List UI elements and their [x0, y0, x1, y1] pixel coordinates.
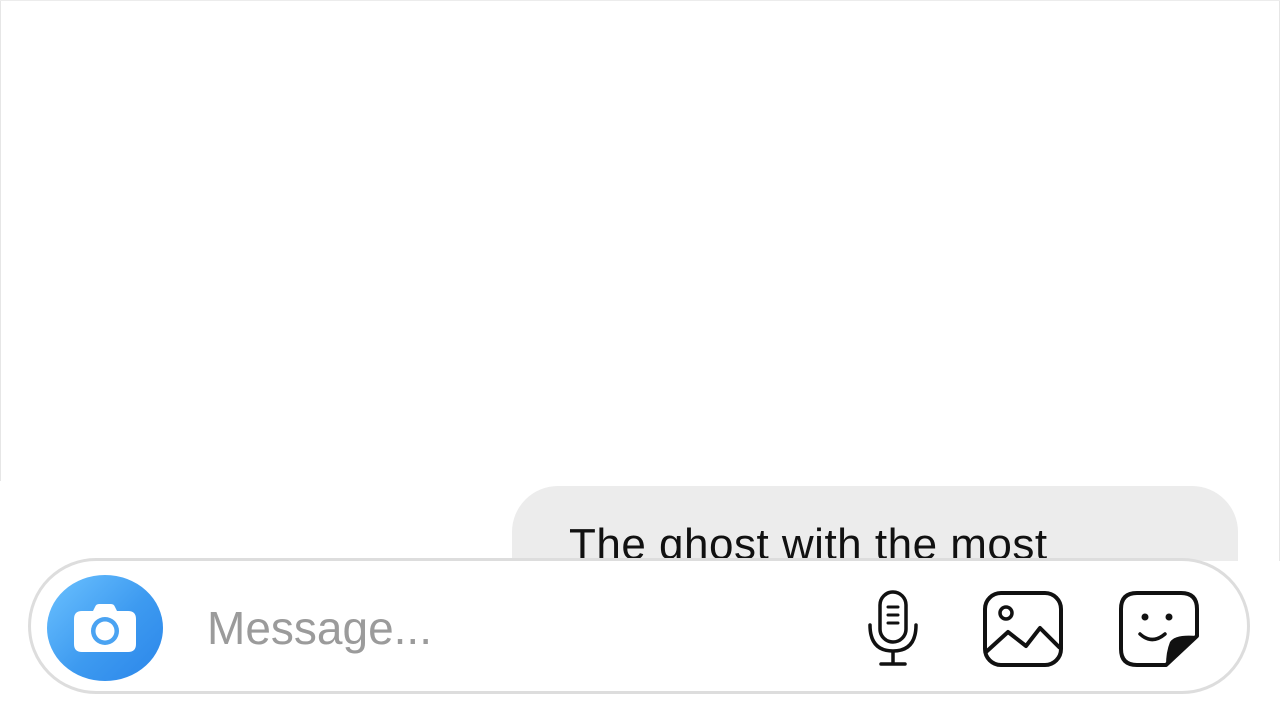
message-composer	[28, 558, 1250, 694]
gallery-icon	[983, 591, 1063, 667]
gallery-button[interactable]	[981, 589, 1065, 669]
chat-screen: The ghost with the most	[0, 0, 1280, 720]
message-thread[interactable]: The ghost with the most	[0, 1, 1280, 561]
sticker-icon	[1119, 591, 1199, 667]
message-text: The ghost with the most	[569, 520, 1048, 561]
message-input[interactable]	[207, 591, 827, 665]
camera-button[interactable]	[47, 575, 163, 681]
outgoing-message-bubble[interactable]: The ghost with the most	[512, 486, 1238, 561]
microphone-icon	[868, 590, 918, 666]
microphone-button[interactable]	[851, 589, 935, 669]
camera-icon	[74, 604, 136, 652]
sticker-button[interactable]	[1117, 589, 1201, 669]
